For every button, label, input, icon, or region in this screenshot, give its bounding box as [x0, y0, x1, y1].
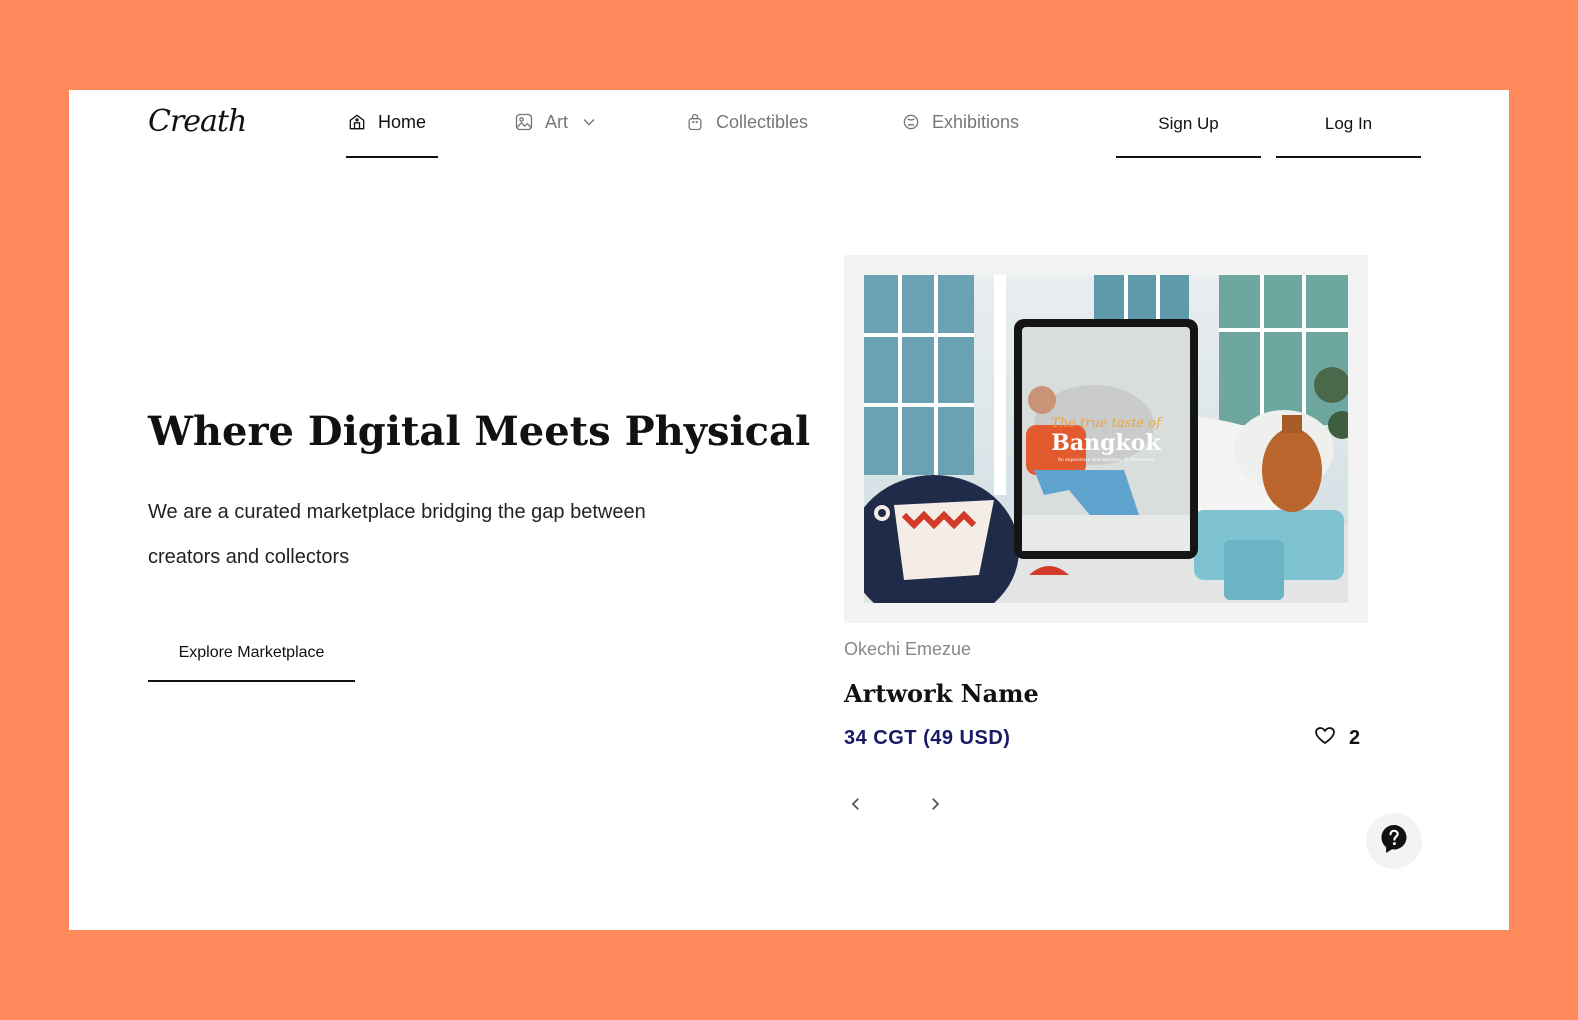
featured-artwork-frame: The true taste of Bangkok An experience …: [844, 255, 1368, 623]
nav-collectibles-label: Collectibles: [716, 112, 809, 132]
artwork-script-text: The true taste of: [1051, 416, 1163, 431]
artwork-illustration: The true taste of Bangkok An experience …: [864, 275, 1348, 603]
chevron-down-icon: [578, 110, 600, 134]
hero-title: Where Digital Meets Physical: [148, 408, 811, 455]
nav-home[interactable]: Home: [346, 110, 438, 158]
chevron-right-icon: [926, 795, 944, 818]
brand-logo[interactable]: Creath: [148, 104, 247, 139]
like-button[interactable]: 2: [1313, 723, 1360, 753]
help-button[interactable]: [1366, 813, 1422, 869]
artwork-title-text: Bangkok: [1051, 430, 1161, 456]
artist-name[interactable]: Okechi Emezue: [844, 639, 971, 660]
log-in-button[interactable]: Log In: [1276, 110, 1421, 158]
nav-collectibles[interactable]: Collectibles: [684, 110, 808, 158]
artwork-price: 34 CGT (49 USD): [844, 727, 1011, 749]
image-icon: [513, 110, 535, 134]
exhibition-icon: [900, 110, 922, 134]
home-icon: [346, 110, 368, 134]
heart-icon: [1313, 723, 1337, 753]
nav-art[interactable]: Art: [513, 110, 600, 158]
bag-icon: [684, 110, 706, 134]
artwork-tagline-text: An experience that awakens all the sense…: [1058, 457, 1155, 463]
nav-exhibitions-label: Exhibitions: [932, 112, 1020, 132]
featured-artwork-image[interactable]: The true taste of Bangkok An experience …: [864, 275, 1348, 603]
carousel-prev-button[interactable]: [844, 794, 868, 818]
nav-home-label: Home: [378, 112, 427, 132]
sign-up-button[interactable]: Sign Up: [1116, 110, 1261, 158]
like-count: 2: [1349, 726, 1361, 749]
artwork-name[interactable]: Artwork Name: [844, 679, 1039, 708]
page-frame: Creath Home Art Collectibles Exhibitions…: [69, 90, 1509, 930]
chevron-left-icon: [847, 795, 865, 818]
explore-marketplace-button[interactable]: Explore Marketplace: [148, 638, 355, 682]
nav-art-label: Art: [545, 112, 569, 132]
help-icon: [1380, 824, 1408, 859]
carousel-next-button[interactable]: [923, 794, 947, 818]
nav-exhibitions[interactable]: Exhibitions: [900, 110, 1019, 158]
hero-subtitle: We are a curated marketplace bridging th…: [148, 501, 646, 568]
